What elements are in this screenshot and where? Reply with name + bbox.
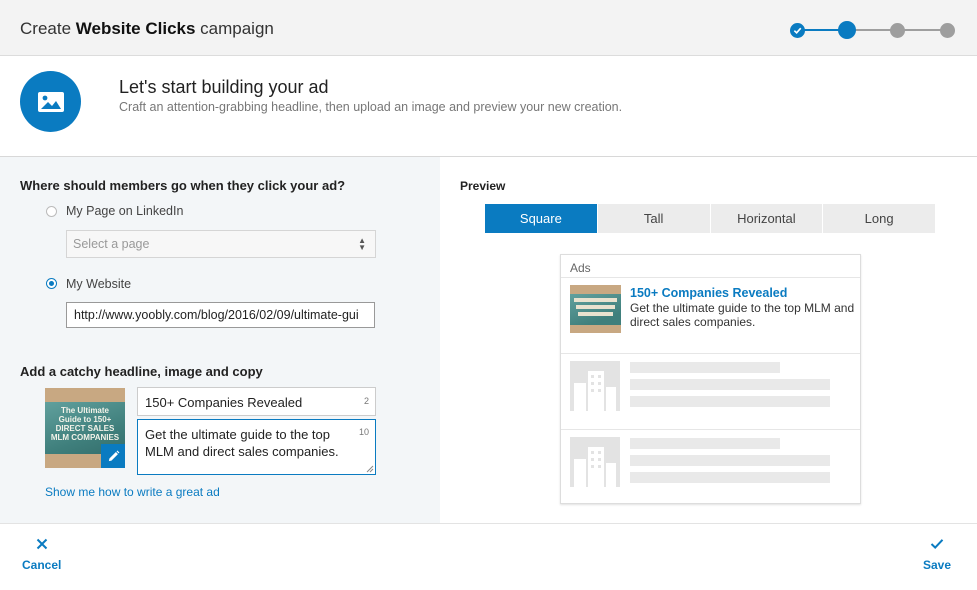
image-icon bbox=[20, 71, 81, 132]
placeholder-line bbox=[630, 379, 830, 390]
checkmark-icon bbox=[793, 27, 802, 35]
page-header: Create Website Clicks campaign bbox=[0, 0, 977, 56]
preview-panel: Preview Square Tall Horizontal Long Ads … bbox=[440, 157, 977, 523]
resize-handle-icon[interactable] bbox=[366, 465, 374, 473]
page-select-placeholder: Select a page bbox=[73, 237, 150, 251]
intro-heading: Let's start building your ad bbox=[119, 77, 329, 97]
headline-char-count: 2 bbox=[364, 396, 370, 406]
page-select[interactable]: Select a page ▲ ▼ bbox=[66, 230, 376, 258]
page-title: Create Website Clicks campaign bbox=[20, 19, 274, 39]
option-my-page-label[interactable]: My Page on LinkedIn bbox=[66, 204, 183, 218]
pencil-icon bbox=[108, 450, 119, 461]
ad-preview-card: Ads 150+ Companies Revealed Get the ulti… bbox=[560, 254, 861, 504]
title-campaign-type: Website Clicks bbox=[75, 19, 196, 38]
headline-input[interactable]: 150+ Companies Revealed bbox=[137, 387, 376, 416]
option-my-website-label[interactable]: My Website bbox=[66, 277, 131, 291]
website-url-input[interactable]: http://www.yoobly.com/blog/2016/02/09/ul… bbox=[66, 302, 375, 328]
placeholder-line bbox=[630, 438, 780, 449]
creative-section-title: Add a catchy headline, image and copy bbox=[20, 364, 263, 379]
headline-value: 150+ Companies Revealed bbox=[145, 395, 303, 410]
ad-preview-body: Get the ultimate guide to the top MLM an… bbox=[630, 301, 855, 329]
placeholder-line bbox=[630, 455, 830, 466]
step-3 bbox=[890, 23, 905, 38]
checkmark-icon bbox=[923, 538, 951, 558]
title-prefix: Create bbox=[20, 19, 76, 38]
placeholder-building-icon bbox=[570, 361, 620, 411]
ads-label: Ads bbox=[570, 261, 591, 275]
radio-my-page[interactable] bbox=[46, 206, 57, 217]
close-icon bbox=[22, 538, 61, 558]
tab-horizontal[interactable]: Horizontal bbox=[710, 204, 824, 233]
tab-long[interactable]: Long bbox=[823, 204, 935, 233]
placeholder-line bbox=[630, 396, 830, 407]
step-1-complete[interactable] bbox=[790, 23, 805, 38]
edit-image-button[interactable] bbox=[101, 444, 125, 468]
footer-bar: Cancel Save bbox=[0, 523, 977, 590]
ad-preview-image bbox=[570, 285, 621, 333]
help-link[interactable]: Show me how to write a great ad bbox=[45, 485, 220, 499]
thumbnail-wood-top bbox=[45, 388, 125, 402]
tab-square[interactable]: Square bbox=[485, 204, 598, 233]
radio-my-website[interactable] bbox=[46, 278, 57, 289]
title-suffix: campaign bbox=[195, 19, 274, 38]
placeholder-ad-row bbox=[561, 429, 860, 504]
placeholder-line bbox=[630, 362, 780, 373]
ad-preview-title[interactable]: 150+ Companies Revealed bbox=[630, 286, 787, 300]
cancel-button[interactable]: Cancel bbox=[22, 538, 61, 572]
ad-form-panel: Where should members go when they click … bbox=[0, 157, 440, 523]
destination-question: Where should members go when they click … bbox=[20, 178, 346, 193]
ad-copy-value: Get the ultimate guide to the top MLM an… bbox=[145, 427, 339, 459]
intro-section: Let's start building your ad Craft an at… bbox=[0, 56, 977, 157]
tab-tall[interactable]: Tall bbox=[597, 204, 711, 233]
copy-char-count: 10 bbox=[359, 427, 370, 437]
placeholder-line bbox=[630, 472, 830, 483]
placeholder-ad-row bbox=[561, 353, 860, 429]
progress-stepper bbox=[790, 21, 956, 39]
ad-copy-textarea[interactable]: Get the ultimate guide to the top MLM an… bbox=[137, 419, 376, 475]
cancel-label: Cancel bbox=[22, 558, 62, 572]
step-4 bbox=[940, 23, 955, 38]
ad-preview-item: 150+ Companies Revealed Get the ultimate… bbox=[561, 277, 860, 353]
preview-format-tabs: Square Tall Horizontal Long bbox=[485, 204, 935, 233]
placeholder-building-icon bbox=[570, 437, 620, 487]
thumbnail-text: The Ultimate Guide to 150+ DIRECT SALES … bbox=[50, 406, 120, 442]
step-2-current bbox=[838, 21, 856, 39]
save-button[interactable]: Save bbox=[923, 538, 951, 572]
intro-subheading: Craft an attention-grabbing headline, th… bbox=[119, 100, 623, 114]
preview-label: Preview bbox=[460, 179, 506, 193]
save-label: Save bbox=[923, 558, 952, 572]
select-arrows-icon: ▲ ▼ bbox=[358, 236, 366, 252]
